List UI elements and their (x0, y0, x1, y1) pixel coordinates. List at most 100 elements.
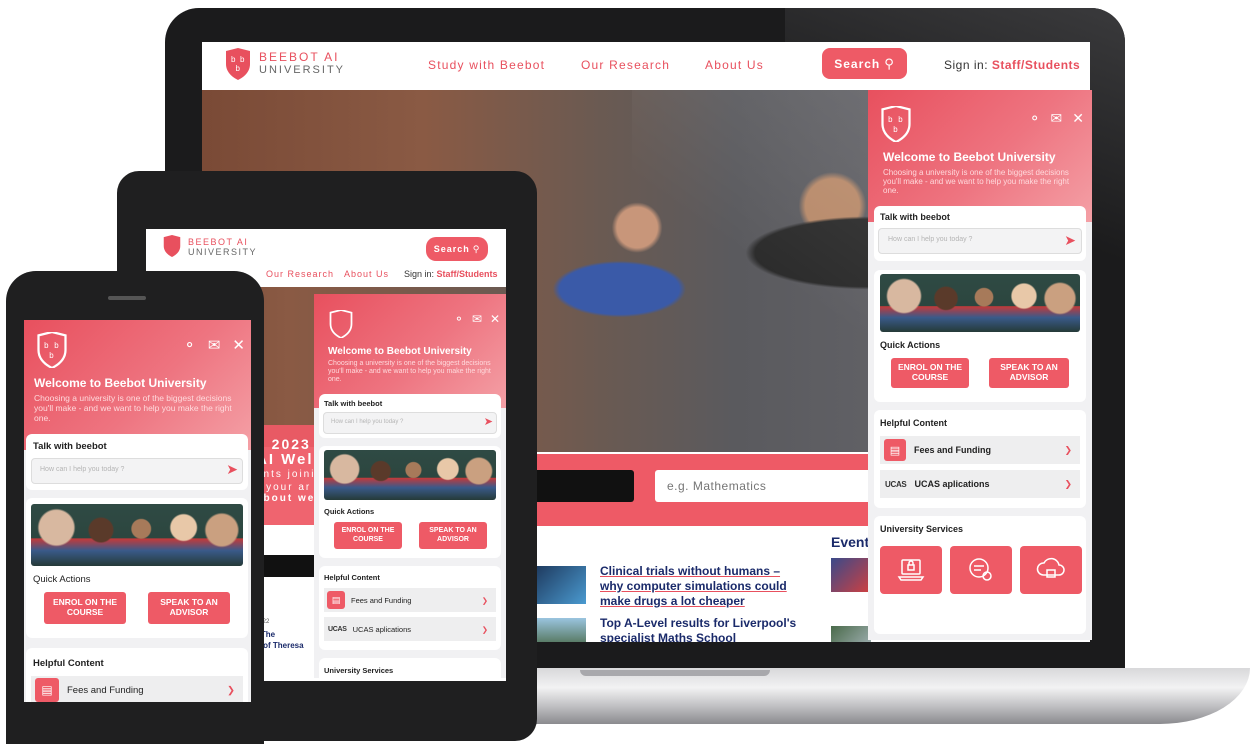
tablet-dark-bar[interactable] (256, 555, 316, 577)
signin-link[interactable]: Staff/Students (992, 58, 1080, 72)
ucas-logo: UCAS (885, 479, 907, 489)
widget-title: Welcome to Beebot University (34, 376, 207, 390)
advisor-button[interactable]: SPEAK TO AN ADVISOR (419, 522, 487, 549)
event-thumb-1[interactable] (831, 558, 871, 592)
ucas-row[interactable]: UCAS UCAS aplications ❯ (880, 470, 1080, 498)
search-button[interactable]: Search ⚲ (822, 48, 907, 79)
phone-speaker (108, 296, 146, 300)
laptop-hinge (580, 670, 770, 676)
laptop-lock-icon (897, 559, 925, 581)
tablet-signin-link[interactable]: Staff/Students (437, 269, 498, 279)
talk-card: Talk with beebot How can I help you toda… (874, 206, 1086, 261)
chat-input-placeholder: How can I help you today ? (40, 466, 125, 473)
send-icon[interactable]: ➤ (226, 461, 238, 478)
svg-text:b: b (231, 55, 236, 64)
service-settings-tile[interactable] (950, 546, 1012, 594)
tablet-search-label: Search (433, 244, 470, 254)
ucas-label: UCAS aplications (914, 479, 990, 489)
close-icon[interactable]: ✕ (1072, 110, 1084, 127)
cloud-lock-icon (1036, 557, 1065, 578)
tablet-nav-research[interactable]: Our Research (266, 269, 334, 279)
quick-actions-title: Quick Actions (880, 340, 941, 350)
svg-text:b: b (240, 55, 245, 64)
services-card: University Services (874, 516, 1086, 634)
mail-icon[interactable]: ✉ (208, 336, 221, 354)
svg-text:b: b (44, 341, 49, 350)
search-button-label: Search (834, 56, 881, 71)
news-thumb-2[interactable] (536, 618, 586, 642)
fees-icon: ▤ (884, 439, 906, 461)
ucas-logo: UCAS (328, 625, 347, 633)
event-thumb-2[interactable] (831, 626, 871, 642)
close-icon[interactable]: ✕ (490, 312, 500, 326)
service-laptop-lock-tile[interactable] (880, 546, 942, 594)
widget-title: Welcome to Beebot University (328, 346, 472, 357)
nav-about[interactable]: About Us (705, 58, 764, 72)
nav-research[interactable]: Our Research (581, 58, 670, 72)
close-icon[interactable]: ✕ (232, 336, 245, 354)
services-title: University Services (880, 524, 964, 534)
quick-actions-card: Quick Actions ENROL ON THE COURSE SPEAK … (319, 446, 501, 558)
news-title-2[interactable]: Top A-Level results for Liverpool's spec… (600, 616, 800, 642)
talk-title: Talk with beebot (324, 399, 383, 408)
tablet-logo-icon[interactable] (162, 235, 182, 257)
laptop-chat-widget: bbb ⚬ ✉ ✕ Welcome to Beebot University C… (868, 90, 1092, 640)
advisor-button[interactable]: SPEAK TO AN ADVISOR (148, 592, 230, 624)
tablet-hero-line1: k 2023 (256, 436, 311, 452)
svg-text:b: b (54, 341, 59, 350)
tablet-hero-line3: ents joini (256, 469, 316, 480)
ucas-row[interactable]: UCAS UCAS aplications ❯ (324, 617, 496, 641)
tablet-widget-header: ⚬ ✉ ✕ Welcome to Beebot University Choos… (314, 294, 506, 408)
services-title: University Services (324, 666, 394, 675)
tablet-brand: BEEBOT AI UNIVERSITY (188, 237, 257, 257)
widget-subtitle: Choosing a university is one of the bigg… (328, 360, 491, 384)
send-icon[interactable]: ➤ (484, 415, 493, 428)
mail-icon[interactable]: ✉ (1051, 110, 1063, 127)
enrol-button[interactable]: ENROL ON THE COURSE (44, 592, 126, 624)
brand-logo[interactable]: bbb (224, 48, 252, 80)
quick-actions-title: Quick Actions (324, 507, 375, 516)
svg-text:b: b (898, 115, 903, 124)
chevron-right-icon: ❯ (227, 684, 235, 696)
headset-icon[interactable]: ⚬ (454, 312, 464, 326)
students-photo (31, 504, 243, 566)
talk-card: Talk with beebot How can I help you toda… (319, 394, 501, 438)
signin-prefix: Sign in: (944, 58, 989, 72)
fees-row[interactable]: ▤ Fees and Funding ❯ (31, 676, 243, 702)
enrol-button[interactable]: ENROL ON THE COURSE (334, 522, 402, 549)
helpful-title: Helpful Content (324, 573, 380, 582)
helpful-card: Helpful Content ▤ Fees and Funding ❯ UCA… (874, 410, 1086, 508)
services-card: University Services (319, 658, 501, 678)
tablet-hero-line2: AI Wel (256, 451, 314, 468)
service-cloud-tile[interactable] (1020, 546, 1082, 594)
mail-icon[interactable]: ✉ (472, 312, 482, 326)
fees-row[interactable]: ▤ Fees and Funding ❯ (324, 588, 496, 612)
signin[interactable]: Sign in: Staff/Students (944, 58, 1080, 72)
settings-gear-icon (969, 558, 992, 581)
svg-text:b: b (888, 115, 893, 124)
news-thumb-1[interactable] (536, 566, 586, 604)
fees-label: Fees and Funding (67, 684, 144, 696)
brand-line2: UNIVERSITY (259, 64, 346, 76)
widget-header-icons: ⚬ ✉ ✕ (454, 312, 500, 326)
news-title-1[interactable]: Clinical trials without humans – why com… (600, 564, 800, 609)
svg-text:b: b (49, 351, 54, 360)
headset-icon[interactable]: ⚬ (1029, 110, 1041, 127)
brand-line1: BEEBOT AI (259, 50, 340, 64)
site-header: bbb BEEBOT AI UNIVERSITY Study with Beeb… (202, 42, 1090, 90)
advisor-button[interactable]: SPEAK TO AN ADVISOR (989, 358, 1069, 388)
helpful-card: Helpful Content ▤ Fees and Funding ❯ (26, 648, 248, 702)
tablet-nav-about[interactable]: About Us (344, 269, 389, 279)
send-icon[interactable]: ➤ (1064, 232, 1076, 249)
tablet-search-button[interactable]: Search ⚲ (426, 237, 488, 261)
fees-icon: ▤ (327, 591, 345, 609)
chevron-right-icon: ❯ (481, 595, 488, 605)
headset-icon[interactable]: ⚬ (183, 336, 196, 354)
talk-title: Talk with beebot (880, 212, 950, 222)
enrol-button[interactable]: ENROL ON THE COURSE (891, 358, 969, 388)
fees-row[interactable]: ▤ Fees and Funding ❯ (880, 436, 1080, 464)
tablet-signin[interactable]: Sign in: Staff/Students (404, 269, 498, 279)
chevron-right-icon: ❯ (1064, 444, 1072, 455)
fees-label: Fees and Funding (351, 595, 412, 605)
nav-study[interactable]: Study with Beebot (428, 58, 545, 72)
